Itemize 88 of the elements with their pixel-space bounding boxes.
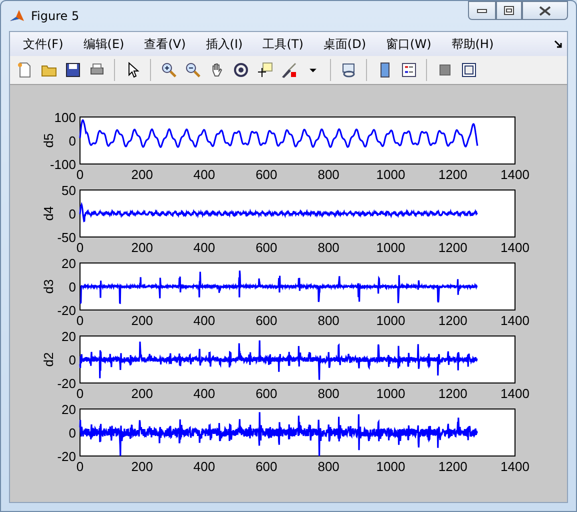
menu-item[interactable]: 帮助(H) [444,34,501,54]
menu-item[interactable]: 文件(F) [16,34,70,54]
x-tick-label: 1000 [376,386,406,401]
x-tick-label: 200 [131,459,153,474]
x-tick-label: 1200 [438,386,468,401]
x-tick-label: 200 [131,386,153,401]
y-tick-label: 50 [62,183,76,198]
x-tick-label: 800 [318,386,340,401]
y-tick-label: -50 [57,230,76,245]
x-tick-label: 1400 [500,313,530,328]
dock-arrow-icon[interactable] [554,40,563,48]
zoom-in-icon [160,62,176,78]
x-tick-label: 200 [131,313,153,328]
rotate-icon [232,62,248,78]
y-tick-label: 100 [54,110,76,125]
y-axis-label: d3 [41,279,56,294]
x-tick-label: 1000 [376,313,406,328]
new-file-icon [16,62,32,78]
y-tick-label: -20 [57,376,76,391]
x-tick-label: 1000 [376,167,406,182]
menu-item[interactable]: 查看(V) [137,34,193,54]
close-icon [539,6,551,16]
y-tick-label: 0 [68,426,76,440]
x-tick-label: 1000 [376,459,406,474]
x-tick-label: 1400 [500,240,530,255]
x-tick-label: 400 [193,459,216,474]
y-tick-label: 0 [68,280,76,294]
y-tick-label: 20 [62,329,76,344]
close-button[interactable] [522,1,568,20]
x-tick-label: 1400 [500,386,530,401]
x-tick-label: 800 [318,313,340,328]
brush-icon [280,62,296,78]
x-tick-label: 200 [131,167,153,182]
x-tick-label: 0 [76,459,84,474]
app-logo-icon [9,8,25,24]
save-icon [64,62,80,78]
menu-item[interactable]: 窗口(W) [379,34,438,54]
x-tick-label: 1000 [376,240,406,255]
square-icon [436,62,452,78]
x-tick-label: 400 [193,240,216,255]
x-tick-label: 1200 [438,313,468,328]
x-tick-label: 1200 [438,459,468,474]
x-tick-label: 600 [256,240,278,255]
y-axis-label: d4 [41,206,56,221]
restore-icon [504,6,514,15]
x-tick-label: 0 [76,240,84,255]
dropdown-caret-icon [308,68,316,72]
menu-item[interactable]: 插入(I) [198,34,250,54]
maximize-button[interactable] [496,1,522,20]
menu-item[interactable]: 编辑(E) [76,34,132,54]
y-tick-label: -100 [50,157,76,172]
data-cursor-icon [256,62,272,78]
y-tick-label: 0 [68,352,76,368]
y-axis-label: d5 [41,133,56,148]
x-tick-label: 200 [131,240,153,255]
x-tick-label: 1400 [500,167,530,182]
window-frame-icon [460,62,476,78]
x-tick-label: 400 [193,167,216,182]
y-tick-label: 0 [68,206,76,222]
x-tick-label: 600 [256,167,278,182]
minimize-icon [477,8,487,12]
menu-item[interactable]: 桌面(D) [316,34,374,54]
x-tick-label: 1200 [438,240,468,255]
y-tick-label: 0 [68,134,76,148]
y-tick-label: -20 [57,449,76,464]
x-tick-label: 0 [76,313,84,328]
minimize-button[interactable] [468,1,496,20]
x-tick-label: 600 [256,313,278,328]
legend-icon [400,62,416,78]
x-tick-label: 600 [256,459,278,474]
zoom-out-icon [184,62,200,78]
y-tick-label: -20 [57,303,76,318]
x-tick-label: 800 [318,167,340,182]
x-tick-label: 1400 [500,459,530,474]
window-title: Figure 5 [31,9,80,23]
x-tick-label: 600 [256,386,278,401]
x-tick-label: 400 [193,386,216,401]
x-tick-label: 400 [193,313,216,328]
y-tick-label: 20 [62,402,76,417]
link-icon [340,62,356,78]
x-tick-label: 0 [76,167,84,182]
x-tick-label: 800 [318,459,340,474]
x-tick-label: 0 [76,386,84,401]
menu-item[interactable]: 工具(T) [256,34,310,54]
y-axis-label: d2 [41,352,56,367]
x-tick-label: 1200 [438,167,468,182]
x-tick-label: 800 [318,240,340,255]
y-tick-label: 20 [62,256,76,271]
